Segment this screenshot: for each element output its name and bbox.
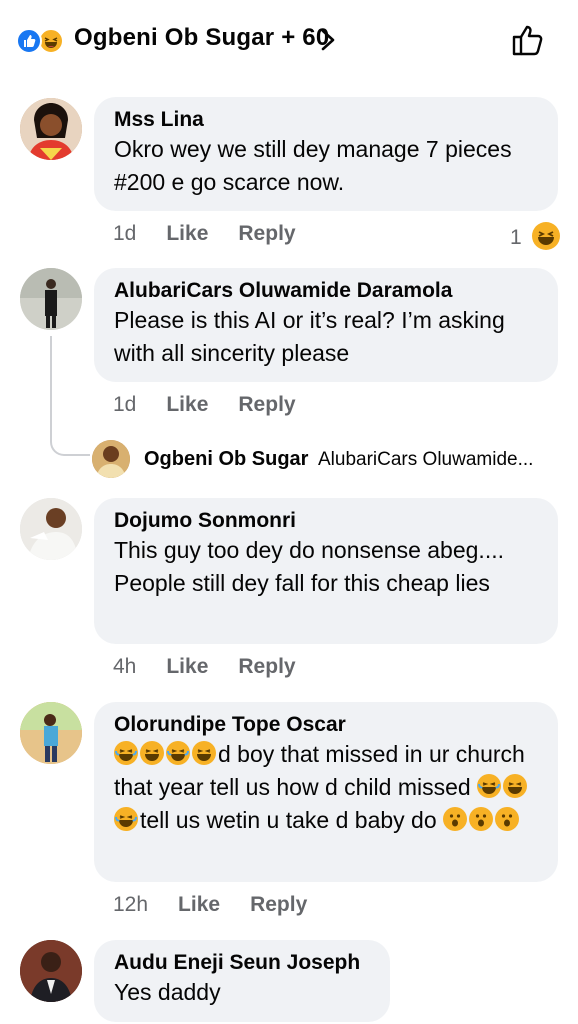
comment-bubble: Dojumo Sonmonri This guy too dey do nons… xyxy=(94,498,558,644)
tears-of-joy-emoji-icon xyxy=(192,741,216,765)
like-button[interactable]: Like xyxy=(166,655,208,678)
reply-author[interactable]: Ogbeni Ob Sugar xyxy=(144,448,308,471)
comment-text: Okro wey we still dey manage 7 pieces #2… xyxy=(114,136,512,195)
comment-text: Please is this AI or it’s real? I’m aski… xyxy=(114,307,505,366)
tears-of-joy-emoji-icon xyxy=(166,741,190,765)
tears-of-joy-emoji-icon xyxy=(114,741,138,765)
comment-bubble: Olorundipe Tope Oscar d boy that missed … xyxy=(94,702,558,882)
thumbs-up-icon[interactable] xyxy=(510,22,548,58)
reactors-link[interactable]: Ogbeni Ob Sugar + 60 xyxy=(74,24,329,52)
comment-author[interactable]: Dojumo Sonmonri xyxy=(114,508,538,534)
avatar[interactable] xyxy=(20,268,82,330)
chevron-right-icon[interactable] xyxy=(318,28,338,52)
comment-actions: 1d Like Reply xyxy=(113,393,326,417)
comment-time[interactable]: 12h xyxy=(113,893,148,916)
comment-author[interactable]: Audu Eneji Seun Joseph xyxy=(114,950,370,976)
comment-text: d boy that missed in ur church that year… xyxy=(114,738,538,837)
comment-text: Yes daddy xyxy=(114,979,221,1005)
comment-time[interactable]: 1d xyxy=(113,222,136,245)
reply-preview-text: AlubariCars Oluwamide... xyxy=(318,449,534,470)
like-reaction-icon xyxy=(16,28,42,54)
avatar xyxy=(92,440,130,478)
avatar[interactable] xyxy=(20,702,82,764)
astonished-emoji-icon xyxy=(495,807,520,831)
like-button[interactable]: Like xyxy=(178,893,220,916)
comment-time[interactable]: 4h xyxy=(113,655,136,678)
avatar[interactable] xyxy=(20,98,82,160)
tears-of-joy-emoji-icon xyxy=(503,774,528,798)
comment-actions: 4h Like Reply xyxy=(113,655,326,679)
thread-connector xyxy=(50,336,90,456)
tears-of-joy-emoji-icon xyxy=(477,774,502,798)
reaction-count: 1 xyxy=(510,226,522,249)
tears-of-joy-emoji-icon xyxy=(140,741,164,765)
haha-reaction-icon xyxy=(531,222,560,250)
comment-author[interactable]: AlubariCars Oluwamide Daramola xyxy=(114,278,538,304)
astonished-emoji-icon xyxy=(443,807,468,831)
comment-text: This guy too dey do nonsense abeg.... Pe… xyxy=(114,537,504,596)
reply-button[interactable]: Reply xyxy=(250,893,307,916)
comment-author[interactable]: Olorundipe Tope Oscar xyxy=(114,712,538,738)
reply-button[interactable]: Reply xyxy=(238,655,295,678)
reaction-summary[interactable]: 1 xyxy=(510,222,562,250)
comments-header: Ogbeni Ob Sugar + 60 xyxy=(0,0,578,82)
comment-author[interactable]: Mss Lina xyxy=(114,107,538,133)
avatar[interactable] xyxy=(20,940,82,1002)
comment-bubble: AlubariCars Oluwamide Daramola Please is… xyxy=(94,268,558,382)
like-button[interactable]: Like xyxy=(166,393,208,416)
like-button[interactable]: Like xyxy=(166,222,208,245)
comment-time[interactable]: 1d xyxy=(113,393,136,416)
tears-of-joy-emoji-icon xyxy=(114,807,138,831)
comment-actions: 12h Like Reply xyxy=(113,893,337,917)
reply-button[interactable]: Reply xyxy=(238,222,295,245)
reply-button[interactable]: Reply xyxy=(238,393,295,416)
comment-bubble: Audu Eneji Seun Joseph Yes daddy xyxy=(94,940,390,1022)
comment-bubble: Mss Lina Okro wey we still dey manage 7 … xyxy=(94,97,558,211)
astonished-emoji-icon xyxy=(469,807,494,831)
comment-actions: 1d Like Reply xyxy=(113,222,326,246)
avatar[interactable] xyxy=(20,498,82,560)
